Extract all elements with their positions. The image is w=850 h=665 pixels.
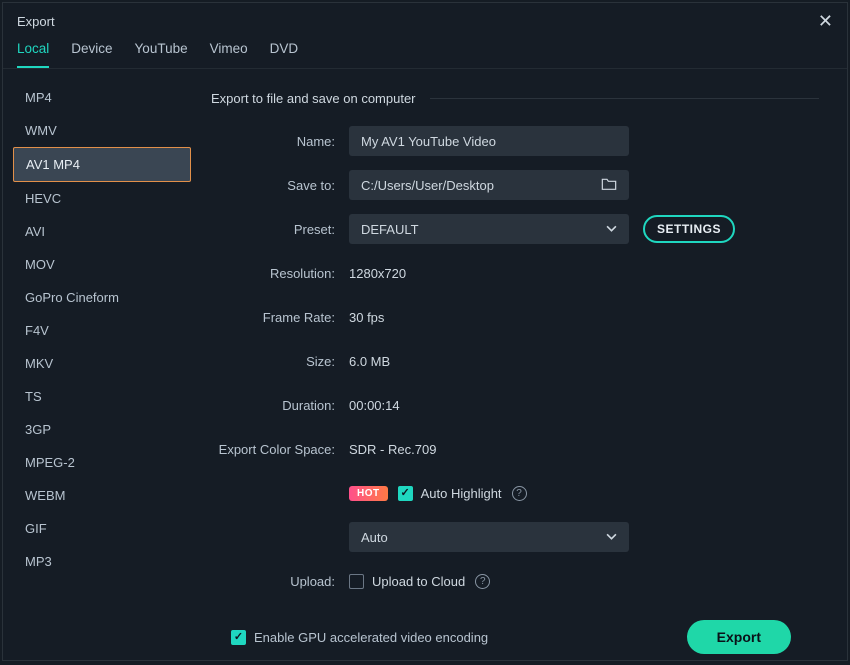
help-icon[interactable]: ? <box>512 486 527 501</box>
section-title: Export to file and save on computer <box>211 91 416 106</box>
row-auto-highlight: HOT Auto Highlight ? <box>211 478 819 508</box>
footer-left: Enable GPU accelerated video encoding <box>231 630 488 645</box>
label-preset: Preset: <box>211 222 349 237</box>
format-item[interactable]: MOV <box>13 248 191 281</box>
format-item[interactable]: MP3 <box>13 545 191 578</box>
format-item[interactable]: F4V <box>13 314 191 347</box>
label-resolution: Resolution: <box>211 266 349 281</box>
export-tabs: Local Device YouTube Vimeo DVD <box>3 37 847 69</box>
name-value: My AV1 YouTube Video <box>361 134 496 149</box>
row-resolution: Resolution: 1280x720 <box>211 258 819 288</box>
row-framerate: Frame Rate: 30 fps <box>211 302 819 332</box>
row-upload: Upload: Upload to Cloud ? <box>211 566 819 596</box>
row-save-to: Save to: C:/Users/User/Desktop <box>211 170 819 200</box>
preset-select[interactable]: DEFAULT <box>349 214 629 244</box>
label-colorspace: Export Color Space: <box>211 442 349 457</box>
format-item[interactable]: MKV <box>13 347 191 380</box>
section-header: Export to file and save on computer <box>211 91 819 106</box>
label-framerate: Frame Rate: <box>211 310 349 325</box>
tab-device[interactable]: Device <box>71 41 112 68</box>
upload-cloud-label: Upload to Cloud <box>372 574 465 589</box>
size-value: 6.0 MB <box>349 354 390 369</box>
format-item[interactable]: WEBM <box>13 479 191 512</box>
save-path-value: C:/Users/User/Desktop <box>361 178 494 193</box>
close-icon[interactable]: ✕ <box>818 12 833 30</box>
label-duration: Duration: <box>211 398 349 413</box>
footer: Enable GPU accelerated video encoding Ex… <box>211 610 819 660</box>
auto-highlight-select[interactable]: Auto <box>349 522 629 552</box>
chevron-down-icon <box>606 530 617 545</box>
format-item[interactable]: WMV <box>13 114 191 147</box>
titlebar: Export ✕ <box>3 3 847 37</box>
row-colorspace: Export Color Space: SDR - Rec.709 <box>211 434 819 464</box>
format-item[interactable]: AVI <box>13 215 191 248</box>
settings-button[interactable]: SETTINGS <box>643 215 735 243</box>
settings-panel: Export to file and save on computer Name… <box>201 69 847 660</box>
tab-youtube[interactable]: YouTube <box>135 41 188 68</box>
export-button[interactable]: Export <box>687 620 791 654</box>
label-size: Size: <box>211 354 349 369</box>
gpu-label: Enable GPU accelerated video encoding <box>254 630 488 645</box>
divider <box>430 98 819 99</box>
format-item[interactable]: GIF <box>13 512 191 545</box>
tab-local[interactable]: Local <box>17 41 49 68</box>
chevron-down-icon <box>606 222 617 237</box>
tab-dvd[interactable]: DVD <box>270 41 299 68</box>
upload-cloud-checkbox[interactable] <box>349 574 364 589</box>
row-duration: Duration: 00:00:14 <box>211 390 819 420</box>
label-name: Name: <box>211 134 349 149</box>
label-save-to: Save to: <box>211 178 349 193</box>
format-item[interactable]: GoPro Cineform <box>13 281 191 314</box>
preset-value: DEFAULT <box>361 222 419 237</box>
format-item[interactable]: AV1 MP4 <box>13 147 191 182</box>
row-preset: Preset: DEFAULT SETTINGS <box>211 214 819 244</box>
auto-select-value: Auto <box>361 530 388 545</box>
row-auto-select: Auto <box>211 522 819 552</box>
window-title: Export <box>17 14 55 29</box>
resolution-value: 1280x720 <box>349 266 406 281</box>
auto-highlight-checkbox[interactable] <box>398 486 413 501</box>
duration-value: 00:00:14 <box>349 398 400 413</box>
format-item[interactable]: MPEG-2 <box>13 446 191 479</box>
format-item[interactable]: 3GP <box>13 413 191 446</box>
dialog-body: MP4 WMV AV1 MP4 HEVC AVI MOV GoPro Cinef… <box>3 69 847 660</box>
export-dialog: Export ✕ Local Device YouTube Vimeo DVD … <box>2 2 848 661</box>
format-sidebar: MP4 WMV AV1 MP4 HEVC AVI MOV GoPro Cinef… <box>3 69 201 660</box>
auto-highlight-label: Auto Highlight <box>421 486 502 501</box>
format-item[interactable]: TS <box>13 380 191 413</box>
name-input[interactable]: My AV1 YouTube Video <box>349 126 629 156</box>
framerate-value: 30 fps <box>349 310 384 325</box>
help-icon[interactable]: ? <box>475 574 490 589</box>
colorspace-value: SDR - Rec.709 <box>349 442 436 457</box>
save-path-input[interactable]: C:/Users/User/Desktop <box>349 170 629 200</box>
folder-icon[interactable] <box>601 177 617 194</box>
row-size: Size: 6.0 MB <box>211 346 819 376</box>
tab-vimeo[interactable]: Vimeo <box>210 41 248 68</box>
label-upload: Upload: <box>211 574 349 589</box>
gpu-checkbox[interactable] <box>231 630 246 645</box>
hot-badge: HOT <box>349 486 388 501</box>
row-name: Name: My AV1 YouTube Video <box>211 126 819 156</box>
format-item[interactable]: HEVC <box>13 182 191 215</box>
format-item[interactable]: MP4 <box>13 81 191 114</box>
